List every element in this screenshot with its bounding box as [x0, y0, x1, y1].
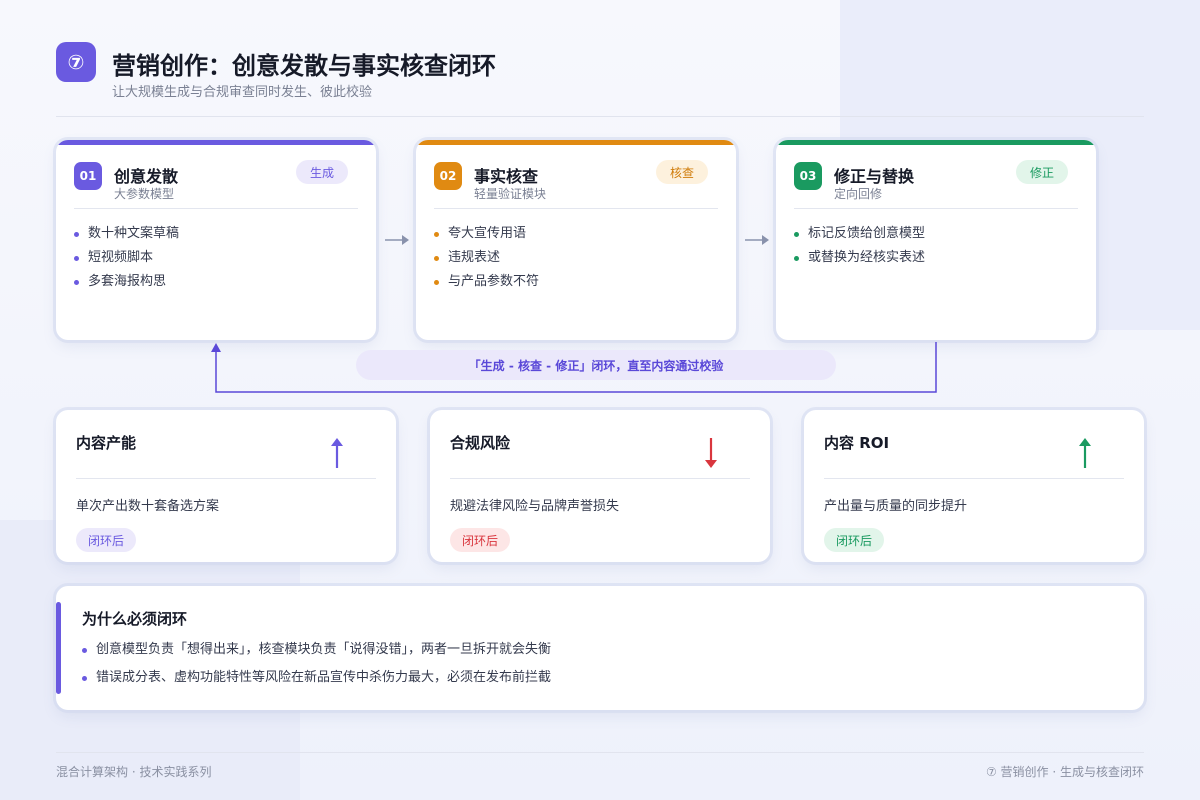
card-accent-bar — [416, 140, 736, 145]
step-card-check: 02 事实核查 轻量验证模块 核查 夸大宣传用语 违规表述 与产品参数不符 — [416, 140, 736, 340]
flow-arrow-icon — [745, 235, 769, 245]
step-number: 01 — [74, 162, 102, 190]
step-subtitle: 大参数模型 — [114, 187, 175, 201]
step-items: 夸大宣传用语 违规表述 与产品参数不符 — [434, 222, 539, 294]
step-subtitle: 轻量验证模块 — [474, 187, 547, 201]
list-item: 夸大宣传用语 — [434, 222, 539, 246]
card-divider — [794, 208, 1078, 209]
list-item: 与产品参数不符 — [434, 270, 539, 294]
list-item: 标记反馈给创意模型 — [794, 222, 925, 246]
metric-card-roi: 内容 ROI 产出量与质量的同步提升 闭环后 — [804, 410, 1144, 562]
metric-tag: 闭环后 — [824, 528, 885, 552]
arrow-up-icon — [1079, 438, 1091, 468]
metric-tag: 闭环后 — [450, 528, 511, 552]
metric-description: 产出量与质量的同步提升 — [824, 499, 968, 514]
card-accent-bar — [776, 140, 1096, 145]
step-title: 创意发散 — [114, 167, 179, 186]
card-accent-bar — [56, 140, 376, 145]
card-divider — [434, 208, 718, 209]
step-subtitle: 定向回修 — [834, 187, 883, 201]
metric-title: 内容产能 — [76, 434, 137, 452]
step-tag: 生成 — [295, 160, 348, 184]
list-item: 或替换为经核实表述 — [794, 246, 925, 270]
list-item: 创意模型负责「想得出来」，核查模块负责「说得没错」，两者一旦拆开就会失衡 — [82, 636, 551, 664]
arrow-up-icon — [331, 438, 343, 468]
list-item: 多套海报构思 — [74, 270, 179, 294]
arrow-down-icon — [705, 438, 717, 468]
why-panel: 为什么必须闭环 创意模型负责「想得出来」，核查模块负责「说得没错」，两者一旦拆开… — [56, 586, 1144, 710]
card-divider — [824, 478, 1124, 479]
step-tag: 修正 — [1015, 160, 1068, 184]
page-title: 营销创作：创意发散与事实核查闭环 — [112, 52, 496, 80]
metric-description: 规避法律风险与品牌声誉损失 — [450, 499, 620, 514]
step-title: 修正与替换 — [834, 167, 915, 186]
footer-series: 混合计算架构 · 技术实践系列 — [56, 765, 212, 779]
loop-label: 「生成 - 核查 - 修正」闭环，直至内容通过校验 — [356, 350, 836, 380]
metric-tag: 闭环后 — [76, 528, 137, 552]
step-tag: 核查 — [655, 160, 708, 184]
page-subtitle: 让大规模生成与合规审查同时发生、彼此校验 — [112, 85, 373, 100]
metric-card-capacity: 内容产能 单次产出数十套备选方案 闭环后 — [56, 410, 396, 562]
list-item: 数十种文案草稿 — [74, 222, 179, 246]
list-item: 错误成分表、虚构功能特性等风险在新品宣传中杀伤力最大，必须在发布前拦截 — [82, 664, 551, 692]
flow-arrow-icon — [385, 235, 409, 245]
panel-accent-bar — [56, 602, 61, 694]
metric-title: 合规风险 — [450, 434, 511, 452]
header-divider — [56, 116, 1144, 117]
step-card-fix: 03 修正与替换 定向回修 修正 标记反馈给创意模型 或替换为经核实表述 — [776, 140, 1096, 340]
step-items: 标记反馈给创意模型 或替换为经核实表述 — [794, 222, 925, 270]
step-items: 数十种文案草稿 短视频脚本 多套海报构思 — [74, 222, 179, 294]
metric-title: 内容 ROI — [824, 434, 890, 452]
why-title: 为什么必须闭环 — [82, 610, 188, 628]
footer-divider — [56, 752, 1144, 753]
footer-page-label: ⑦ 营销创作 · 生成与核查闭环 — [985, 765, 1144, 779]
metric-description: 单次产出数十套备选方案 — [76, 499, 220, 514]
step-number: 03 — [794, 162, 822, 190]
card-divider — [450, 478, 750, 479]
step-title: 事实核查 — [474, 167, 539, 186]
metric-card-risk: 合规风险 规避法律风险与品牌声誉损失 闭环后 — [430, 410, 770, 562]
step-card-generate: 01 创意发散 大参数模型 生成 数十种文案草稿 短视频脚本 多套海报构思 — [56, 140, 376, 340]
list-item: 短视频脚本 — [74, 246, 179, 270]
card-divider — [74, 208, 358, 209]
step-number: 02 — [434, 162, 462, 190]
section-number-badge: ⑦ — [56, 42, 96, 82]
card-divider — [76, 478, 376, 479]
why-items: 创意模型负责「想得出来」，核查模块负责「说得没错」，两者一旦拆开就会失衡 错误成… — [82, 636, 551, 692]
list-item: 违规表述 — [434, 246, 539, 270]
